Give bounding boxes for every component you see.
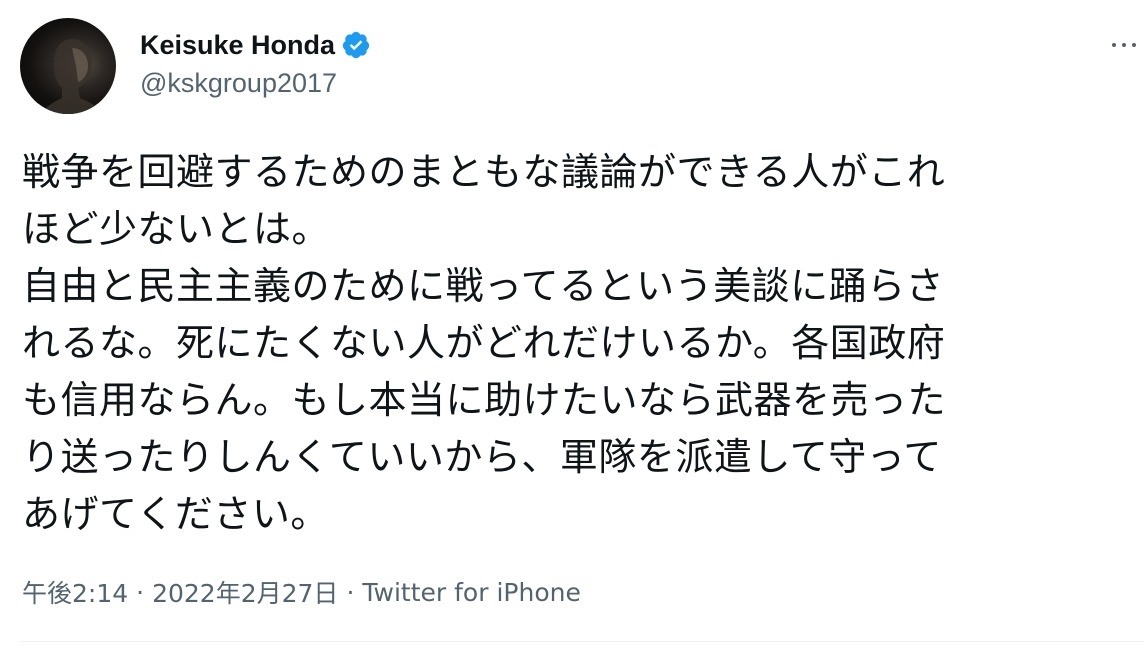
meta-separator: · <box>136 577 145 607</box>
tweet-text-line: 戦争を回避するためのまともな議論ができる人がこれ <box>22 150 946 194</box>
tweet-time[interactable]: 午後2:14 <box>22 574 128 610</box>
display-name[interactable]: Keisuke Honda <box>140 30 335 61</box>
more-horizontal-icon[interactable] <box>1104 30 1144 60</box>
tweet-meta: 午後2:14 · 2022年2月27日 · Twitter for iPhone <box>22 574 581 610</box>
author-handle[interactable]: @kskgroup2017 <box>140 68 337 99</box>
tweet-source[interactable]: Twitter for iPhone <box>362 578 580 607</box>
tweet-text-line: あげてください。 <box>22 492 329 536</box>
tweet-text-line: れるな。死にたくない人がどれだけいるか。各国政府 <box>22 321 946 365</box>
tweet-text-line: り送ったりしんくていいから、軍隊を派遣して守って <box>22 435 942 479</box>
verified-badge-icon <box>341 30 371 60</box>
tweet-detail: Keisuke Honda @kskgroup2017 戦争を回避するためのまと… <box>0 0 1144 664</box>
tweet-date[interactable]: 2022年2月27日 <box>152 574 338 610</box>
tweet-text: 戦争を回避するためのまともな議論ができる人がこれ ほど少ないとは。 自由と民主主… <box>22 144 1132 543</box>
divider <box>20 641 1144 642</box>
avatar[interactable] <box>20 18 116 114</box>
meta-separator: · <box>346 577 355 607</box>
tweet-text-line: ほど少ないとは。 <box>22 207 331 251</box>
avatar-photo <box>40 39 106 114</box>
tweet-text-line: 自由と民主主義のために戦ってるという美談に踊らさ <box>22 264 945 308</box>
tweet-text-line: も信用ならん。もし本当に助けたいなら武器を売った <box>22 378 947 422</box>
author-name-row: Keisuke Honda <box>140 28 371 62</box>
